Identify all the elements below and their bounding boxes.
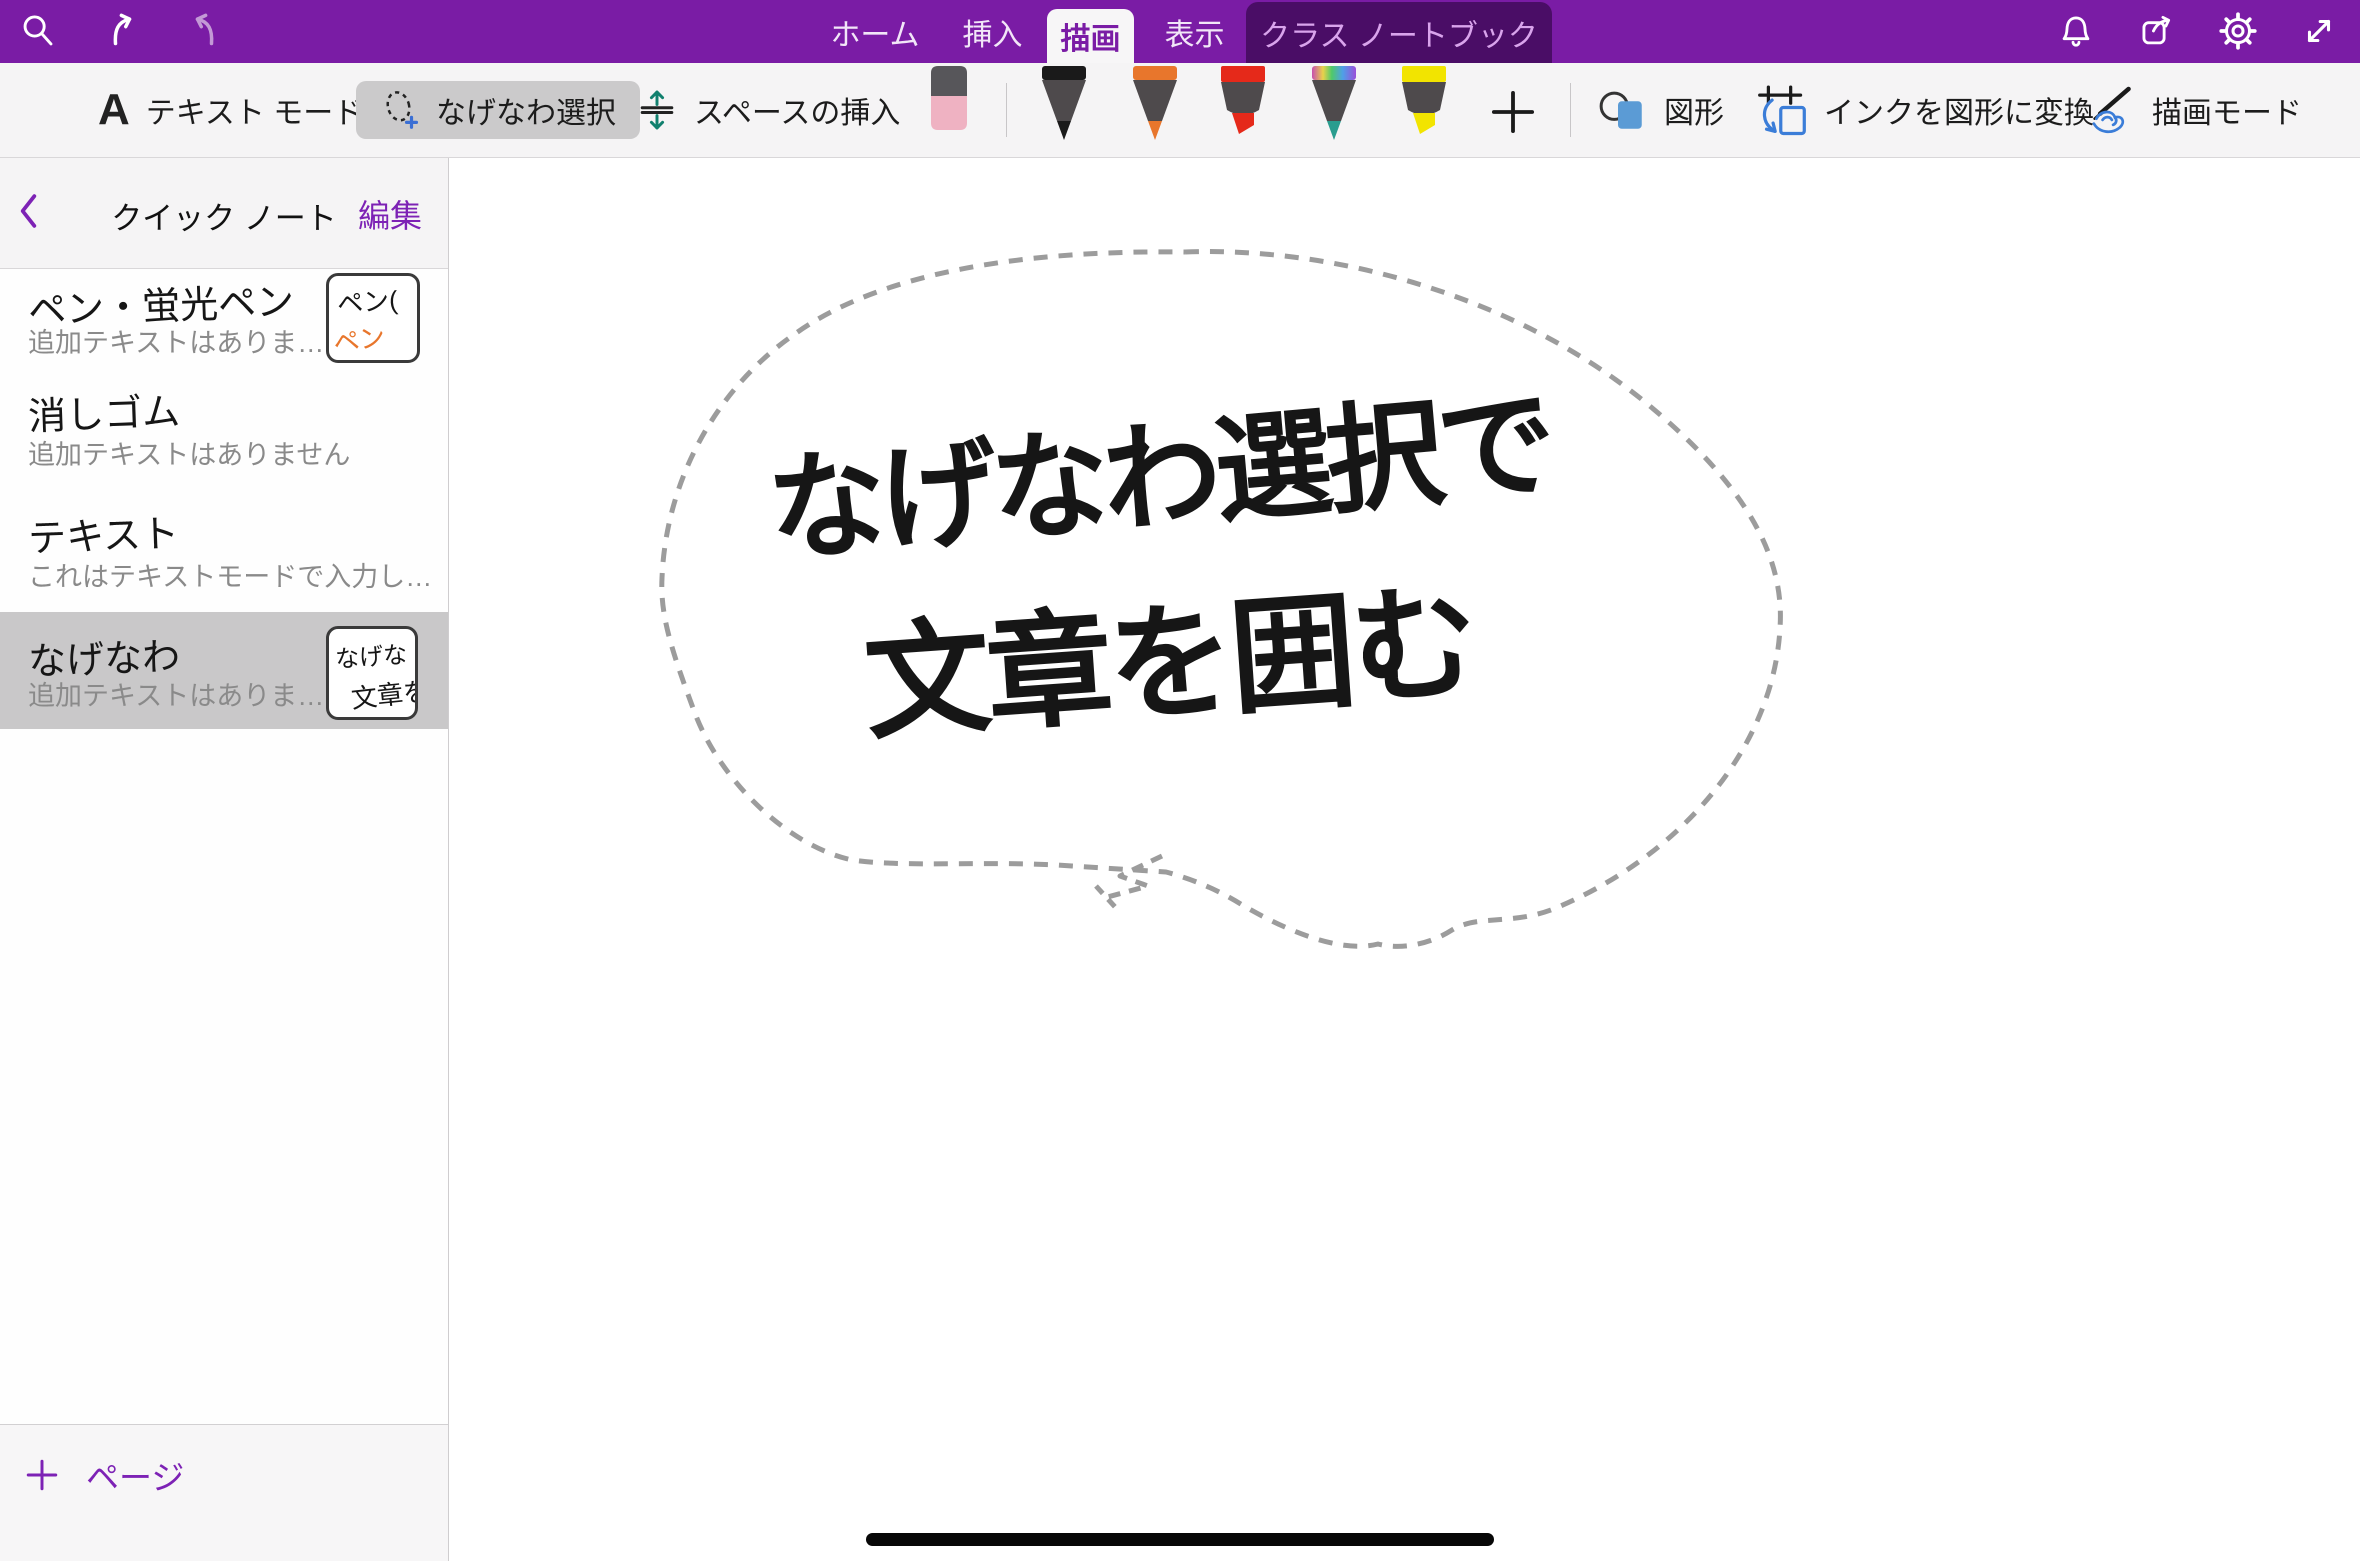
insert-space-label: スペースの挿入: [694, 88, 900, 132]
drawing-canvas[interactable]: なげなわ選択で 文章を囲む: [449, 157, 2360, 1561]
page-title: 消しゴム: [27, 380, 181, 440]
thumb-ink-line: なげな: [334, 635, 408, 675]
shapes-label: 図形: [1664, 88, 1724, 132]
page-thumbnail: なげな 文章を: [326, 626, 418, 720]
expand-icon: [2300, 12, 2338, 50]
page-subtitle: これはテキストモードで入力し…: [28, 555, 432, 594]
ink-to-shape-button[interactable]: インクを図形に変換: [1756, 63, 2094, 157]
ink-layer: なげなわ選択で 文章を囲む: [449, 157, 2360, 1561]
bell-icon: [2057, 12, 2095, 50]
page-list-sidebar: クイック ノート 編集 ペン・蛍光ペン 追加テキストはありま… ペン( ペン 消…: [0, 157, 449, 1561]
lasso-icon: [380, 89, 422, 131]
thumb-ink-line: ペン: [331, 317, 388, 361]
top-bar: ホーム 挿入 描画 表示 クラス ノートブック: [0, 0, 2360, 63]
lasso-select-label: なげなわ選択: [436, 88, 616, 132]
page-subtitle: 追加テキストはありま…: [28, 321, 324, 360]
plus-icon: [1488, 87, 1538, 137]
pen-orange-icon: [1129, 66, 1181, 142]
ink-to-shape-label: インクを図形に変換: [1824, 88, 2094, 132]
lasso-select-button[interactable]: なげなわ選択: [356, 81, 640, 139]
tab-draw[interactable]: 描画: [1047, 9, 1134, 63]
page-item-lasso[interactable]: なげなわ 追加テキストはありま… なげな 文章を: [0, 612, 448, 729]
page-item-text[interactable]: テキスト これはテキストモードで入力し…: [0, 487, 448, 612]
ink-line1: なげなわ選択で: [763, 378, 1557, 578]
share-icon: [2138, 12, 2176, 50]
notifications-button[interactable]: [2054, 9, 2098, 53]
share-button[interactable]: [2135, 9, 2179, 53]
draw-mode-button[interactable]: 描画モード: [2084, 63, 2302, 157]
page-item-pen-highlighter[interactable]: ペン・蛍光ペン 追加テキストはありま… ペン( ペン: [0, 269, 448, 375]
sidebar-back-button[interactable]: [18, 187, 58, 235]
insert-space-icon: [636, 89, 678, 131]
plus-icon: [24, 1457, 60, 1493]
page-item-eraser[interactable]: 消しゴム 追加テキストはありません: [0, 375, 448, 487]
gear-icon: [2218, 11, 2258, 51]
shapes-button[interactable]: 図形: [1598, 63, 1724, 157]
highlighter-red-icon: [1217, 66, 1269, 142]
highlighter-red-tool[interactable]: [1217, 66, 1269, 147]
shapes-icon: [1598, 87, 1648, 133]
pen-black-tool[interactable]: [1038, 66, 1090, 147]
text-mode-icon: A: [98, 88, 130, 132]
page-title: テキスト: [27, 502, 180, 562]
page-thumbnail: ペン( ペン: [326, 273, 420, 363]
add-page-label: ページ: [86, 1451, 184, 1499]
ribbon-divider: [1570, 83, 1571, 137]
edit-button[interactable]: 編集: [358, 191, 422, 237]
add-page-button[interactable]: ページ: [24, 1451, 184, 1499]
pen-black-icon: [1038, 66, 1090, 142]
tab-class-notebook[interactable]: クラス ノートブック: [1246, 2, 1552, 63]
ink-line2: 文章を囲む: [860, 572, 1478, 755]
lasso-arrow-mark: [1104, 856, 1162, 898]
highlighter-yellow-tool[interactable]: [1398, 66, 1450, 147]
chevron-left-icon: [18, 193, 40, 229]
pen-galaxy-icon: [1308, 66, 1360, 142]
draw-ribbon: A テキスト モード なげなわ選択 スペースの挿入: [0, 63, 2360, 158]
pen-tray-divider: [1006, 83, 1007, 137]
sidebar-footer: ページ: [0, 1424, 448, 1561]
thumb-ink-line: 文章を: [349, 671, 418, 716]
home-indicator[interactable]: [866, 1533, 1494, 1546]
page-subtitle: 追加テキストはありません: [28, 433, 350, 472]
pen-galaxy-tool[interactable]: [1308, 66, 1360, 147]
thumb-ink-line: ペン(: [336, 280, 399, 321]
add-pen-button[interactable]: [1488, 87, 1538, 142]
text-mode-label: テキスト モード: [146, 88, 363, 132]
eraser-icon: [929, 66, 969, 132]
insert-space-button[interactable]: スペースの挿入: [636, 63, 900, 157]
ribbon-tabs: ホーム 挿入 描画 表示 クラス ノートブック: [0, 0, 2360, 63]
draw-mode-label: 描画モード: [2152, 88, 2302, 132]
sidebar-header: クイック ノート 編集: [0, 157, 448, 269]
tab-view[interactable]: 表示: [1152, 0, 1237, 63]
text-mode-button[interactable]: A テキスト モード: [98, 63, 363, 157]
ink-to-shape-icon: [1756, 84, 1808, 136]
tab-home[interactable]: ホーム: [820, 0, 930, 63]
eraser-tool[interactable]: [929, 66, 969, 137]
pen-orange-tool[interactable]: [1129, 66, 1181, 147]
fullscreen-button[interactable]: [2297, 9, 2341, 53]
highlighter-yellow-icon: [1398, 66, 1450, 142]
draw-mode-icon: [2084, 84, 2136, 136]
settings-button[interactable]: [2216, 9, 2260, 53]
tab-insert[interactable]: 挿入: [950, 0, 1035, 63]
page-subtitle: 追加テキストはありま…: [28, 674, 324, 713]
